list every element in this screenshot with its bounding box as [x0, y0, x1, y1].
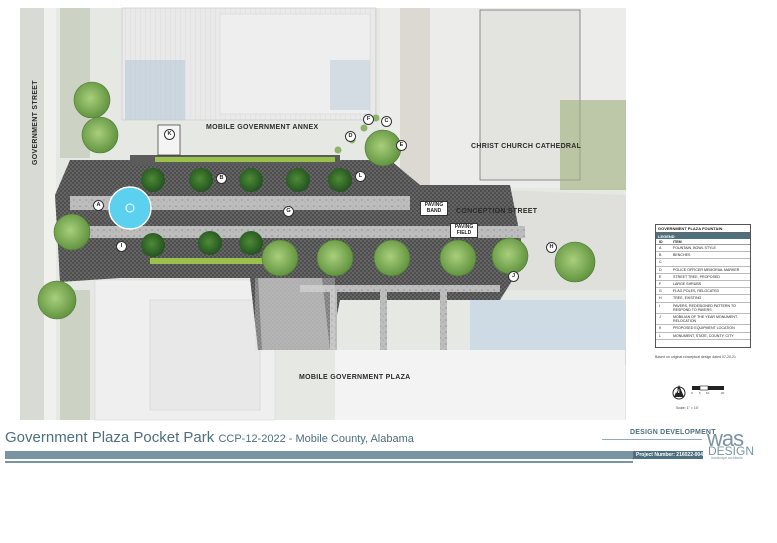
- project-title: Government Plaza Pocket Park: [5, 429, 215, 446]
- legend-row: A FOUNTAIN, BOWL STYLE: [656, 245, 750, 253]
- legend-row-item: LARGE SHRUBS: [673, 282, 702, 287]
- legend-row: E STREET TREE, PROPOSED: [656, 274, 750, 282]
- legend-row-id: C: [659, 260, 662, 265]
- tag-b: B: [216, 173, 227, 184]
- legend-row-item: STREET TREE, PROPOSED: [673, 274, 720, 279]
- legend-row-id: A: [659, 246, 662, 250]
- legend-row: G FLAG POLES, RELOCATED: [656, 288, 750, 296]
- legend-row: H TREE, EXISTING: [656, 295, 750, 303]
- plaza-label: MOBILE GOVERNMENT PLAZA: [299, 374, 411, 381]
- scale-label: Scale: 1" = 10': [676, 406, 699, 410]
- legend-row-item: FOUNTAIN, BOWL STYLE: [673, 246, 716, 250]
- tag-k: K: [164, 129, 175, 140]
- legend-row-item: TREE, EXISTING: [673, 296, 702, 301]
- logo-tagline: landscape architects: [711, 456, 743, 460]
- legend-row: B BENCHES: [656, 252, 750, 260]
- sheet-title: Government Plaza Pocket Park CCP-12-2022…: [5, 429, 414, 446]
- tag-i: I: [116, 241, 127, 252]
- tag-g: G: [283, 206, 294, 217]
- tag-h: H: [546, 242, 557, 253]
- design-note: Based on original conceptual design date…: [655, 355, 736, 359]
- annex-label: MOBILE GOVERNMENT ANNEX: [206, 124, 319, 131]
- tag-l: L: [355, 171, 366, 182]
- scale-tick-5: 5: [699, 391, 701, 395]
- project-subtitle: CCP-12-2022 - Mobile County, Alabama: [218, 433, 414, 445]
- legend-row-item: FLAG POLES, RELOCATED: [673, 289, 720, 294]
- legend-table: GOVERNMENT PLAZA FOUNTAIN LEGEND ID ITEM…: [655, 224, 751, 348]
- legend-row: I PAVERS, REDESIGNED PATTERN TO RESPOND T…: [656, 303, 750, 315]
- legend-row-item: MOBILIAN OF THE YEAR MONUMENT, RELOCATIO…: [673, 315, 738, 324]
- tag-j: J: [508, 271, 519, 282]
- legend-row-item: BENCHES: [673, 253, 691, 258]
- scale-tick-10: 10: [706, 391, 710, 395]
- legend-row: L MONUMENT, STATE, COUNTY, CITY: [656, 333, 750, 340]
- legend-row: D POLICE OFFICER MEMORIAL MARKER: [656, 267, 750, 274]
- legend-row: C: [656, 259, 750, 267]
- cathedral-label: CHRIST CHURCH CATHEDRAL: [471, 143, 582, 150]
- fountain: [108, 186, 152, 230]
- tag-f: F: [363, 114, 374, 125]
- tag-a: A: [93, 200, 104, 211]
- legend-row-id: B: [659, 253, 662, 258]
- legend-col-item: ITEM: [673, 239, 682, 244]
- legend-row: J MOBILIAN OF THE YEAR MONUMENT, RELOCATI…: [656, 314, 750, 326]
- project-number: Project Number: 216022-004: [636, 452, 703, 458]
- tag-d: D: [345, 131, 356, 142]
- legend-row-id: E: [659, 274, 662, 279]
- firm-logo: was DESIGN landscape architects: [707, 426, 757, 460]
- legend-row-item: [673, 260, 750, 264]
- scale-tick-0: 0: [691, 391, 693, 395]
- paving-band-callout: PAVING BAND: [420, 201, 448, 216]
- legend-row: F LARGE SHRUBS: [656, 281, 750, 289]
- design-stage: DESIGN DEVELOPMENT: [630, 429, 716, 436]
- legend-row-item: PAVERS, REDESIGNED PATTERN TO RESPOND TO…: [673, 303, 736, 312]
- legend-row-id: H: [659, 296, 662, 301]
- north-arrow-label: N: [676, 389, 680, 395]
- paving-field-callout: PAVING FIELD: [450, 223, 478, 238]
- legend-row-id: G: [659, 289, 662, 294]
- legend-row: K PROPOSED EQUIPMENT LOCATION: [656, 325, 750, 333]
- legend-row-id: K: [659, 326, 662, 331]
- conception-street-label: CONCEPTION STREET: [456, 208, 538, 215]
- legend-row-id: I: [659, 303, 660, 308]
- legend-row-id: D: [659, 267, 662, 272]
- scale-tick-20: 20: [721, 391, 725, 395]
- legend-row-id: L: [659, 333, 661, 338]
- legend-row-item: POLICE OFFICER MEMORIAL MARKER: [673, 267, 740, 272]
- government-street-label: GOVERNMENT STREET: [32, 80, 39, 165]
- legend-row-item: MONUMENT, STATE, COUNTY, CITY: [673, 333, 734, 338]
- tag-c: C: [381, 116, 392, 127]
- legend-row-id: F: [659, 282, 662, 287]
- legend-col-id: ID: [659, 239, 663, 244]
- legend-row-item: PROPOSED EQUIPMENT LOCATION: [673, 326, 735, 331]
- tag-e: E: [396, 140, 407, 151]
- legend-row-id: J: [659, 315, 661, 320]
- legend-title: GOVERNMENT PLAZA FOUNTAIN: [656, 225, 750, 233]
